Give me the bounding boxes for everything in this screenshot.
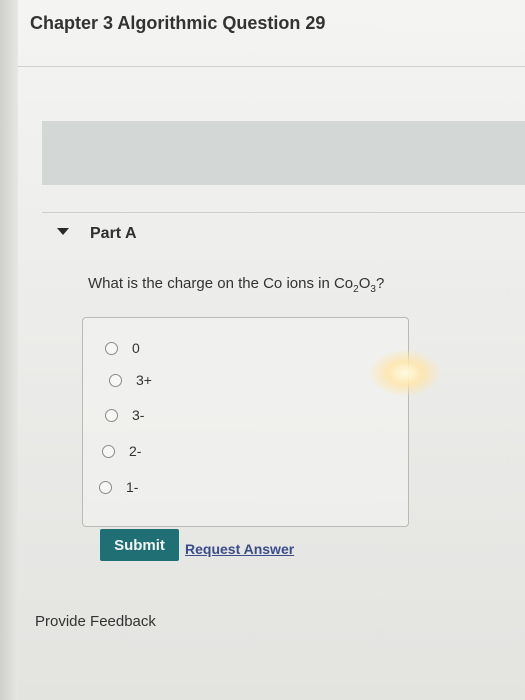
- radio-button[interactable]: [105, 341, 118, 355]
- option-0[interactable]: 0: [105, 338, 140, 358]
- section-divider: [42, 212, 525, 213]
- radio-button[interactable]: [102, 444, 115, 458]
- header-divider: [18, 66, 525, 67]
- option-1-minus[interactable]: 1-: [99, 477, 138, 497]
- photo-edge: [0, 0, 18, 700]
- option-label: 0: [132, 340, 140, 356]
- option-2-minus[interactable]: 2-: [102, 441, 141, 461]
- radio-button[interactable]: [109, 373, 122, 387]
- provide-feedback-link[interactable]: Provide Feedback: [35, 613, 156, 630]
- radio-button[interactable]: [99, 480, 112, 494]
- info-banner: [42, 121, 525, 185]
- submit-button[interactable]: Submit: [100, 529, 179, 561]
- question-mark: ?: [375, 275, 385, 292]
- question-page: Chapter 3 Algorithmic Question 29 Part A…: [18, 0, 525, 700]
- option-3-plus[interactable]: 3+: [109, 370, 152, 390]
- radio-button[interactable]: [105, 408, 118, 422]
- collapse-triangle-icon[interactable]: [57, 228, 69, 235]
- option-3-minus[interactable]: 3-: [105, 405, 144, 425]
- request-answer-link[interactable]: Request Answer: [185, 541, 294, 557]
- option-label: 2-: [129, 443, 142, 459]
- option-label: 3+: [136, 372, 152, 388]
- page-title: Chapter 3 Algorithmic Question 29: [30, 13, 326, 33]
- light-glare: [370, 350, 440, 396]
- part-title: Part A: [90, 225, 137, 242]
- option-label: 3-: [132, 407, 145, 423]
- question-text: What is the charge on the Co ions in Co2…: [88, 275, 384, 295]
- formula-oxygen: O: [358, 275, 371, 292]
- option-label: 1-: [126, 479, 139, 495]
- answer-options-box: 0 3+ 3- 2- 1-: [82, 317, 409, 527]
- question-text-start: What is the charge on the Co ions in Co: [88, 275, 354, 292]
